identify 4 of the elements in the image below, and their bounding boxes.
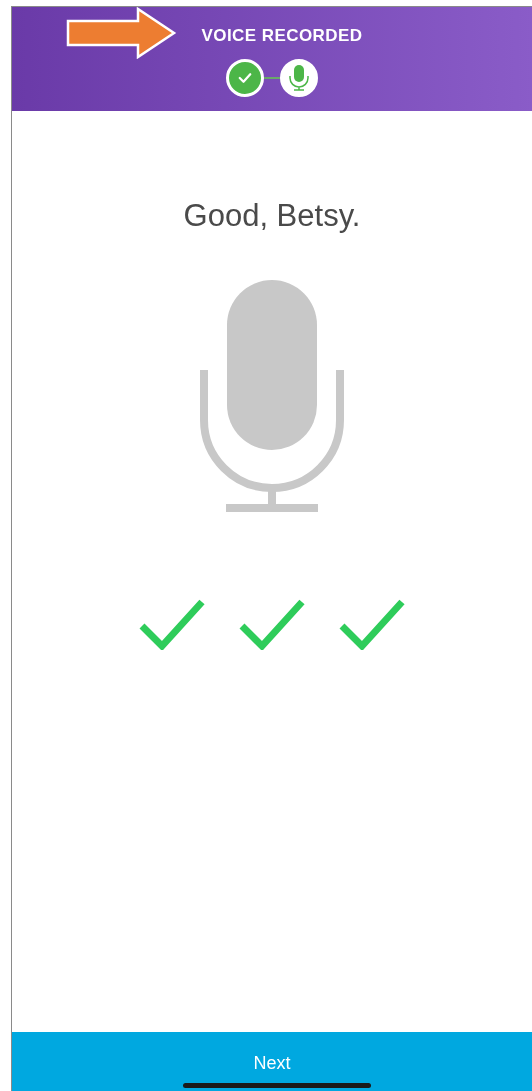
- arrow-icon: [66, 7, 178, 59]
- header-title: VOICE RECORDED: [201, 25, 363, 47]
- next-button[interactable]: Next: [12, 1032, 532, 1091]
- greeting-text: Good, Betsy.: [183, 197, 361, 235]
